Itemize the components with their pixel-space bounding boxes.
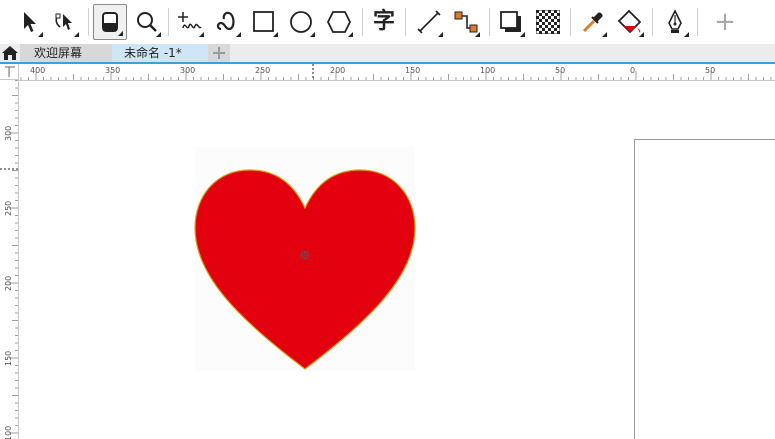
- ruler-label: 400: [30, 66, 45, 75]
- add-tool-icon: +: [714, 7, 736, 37]
- tab-welcome-screen[interactable]: 欢迎屏幕: [20, 44, 112, 62]
- artistic-media-tool-button[interactable]: [210, 4, 244, 40]
- eraser-tool-button[interactable]: [93, 4, 127, 40]
- page-boundary: [634, 139, 775, 439]
- ruler-label: 250: [4, 201, 13, 216]
- parallel-dimension-tool-icon: [417, 10, 441, 34]
- interactive-fill-tool-button[interactable]: [613, 4, 647, 40]
- smart-fill-tool-icon: [668, 9, 682, 33]
- ruler-label: 300: [180, 66, 195, 75]
- eyedropper-tool-icon: [582, 12, 603, 33]
- vertical-ruler-ticks: 300 250 200 150 100: [0, 80, 18, 439]
- transparency-tool-button[interactable]: [531, 4, 565, 40]
- parallel-dimension-tool-button[interactable]: [412, 4, 446, 40]
- tab-label: 欢迎屏幕: [34, 46, 83, 60]
- connector-tool-icon: [454, 11, 478, 33]
- zoom-tool-icon: [137, 12, 157, 32]
- zoom-tool-button[interactable]: [130, 4, 164, 40]
- text-tool-button[interactable]: 字: [367, 4, 401, 40]
- add-tool-button[interactable]: +: [708, 4, 742, 40]
- freehand-tool-icon: [178, 12, 202, 29]
- ruler-label: 100: [480, 66, 495, 75]
- ruler-label: 0: [630, 66, 635, 75]
- smart-fill-tool-button[interactable]: [658, 4, 692, 40]
- ruler-label: 50: [555, 66, 565, 75]
- ellipse-tool-icon: [290, 11, 312, 33]
- ruler-label: 250: [255, 66, 270, 75]
- ruler-label: 200: [4, 276, 13, 291]
- drop-shadow-tool-button[interactable]: [494, 4, 528, 40]
- text-tool-icon: 字: [372, 9, 395, 34]
- shape-tool-icon: [55, 13, 72, 30]
- polygon-tool-button[interactable]: [322, 4, 356, 40]
- shape-tool-button[interactable]: [48, 4, 82, 40]
- toolbox: 字 +: [0, 0, 775, 44]
- ruler-label: 350: [105, 66, 120, 75]
- home-button[interactable]: [0, 44, 20, 62]
- eyedropper-tool-button[interactable]: [576, 4, 610, 40]
- rectangle-tool-button[interactable]: [247, 4, 281, 40]
- pick-tool-icon: [24, 12, 36, 32]
- freehand-tool-button[interactable]: [173, 4, 207, 40]
- ruler-label: 50: [705, 66, 715, 75]
- ruler-origin-corner[interactable]: [0, 64, 19, 80]
- ruler-label: 300: [4, 126, 13, 141]
- connector-tool-button[interactable]: [449, 4, 483, 40]
- new-tab-button[interactable]: [208, 44, 230, 62]
- ruler-label: 200: [330, 66, 345, 75]
- ellipse-tool-button[interactable]: [284, 4, 318, 40]
- rectangle-tool-icon: [253, 11, 274, 32]
- tab-untitled-document[interactable]: 未命名 -1*: [112, 44, 208, 62]
- heart-shape[interactable]: [190, 144, 420, 374]
- pick-tool-button[interactable]: [12, 4, 46, 40]
- vertical-ruler[interactable]: 300 250 200 150 100: [0, 80, 19, 439]
- polygon-tool-icon: [326, 11, 352, 33]
- transparency-tool-icon: [536, 10, 560, 34]
- plus-icon: [213, 47, 225, 59]
- horizontal-ruler[interactable]: 400 350 300 250 200 150 100 50 0 50: [19, 64, 775, 81]
- ruler-label: 150: [4, 351, 13, 366]
- ruler-label: 100: [4, 426, 13, 439]
- home-icon: [2, 46, 18, 60]
- horizontal-ruler-ticks: 400 350 300 250 200 150 100 50 0 50: [20, 64, 772, 80]
- center-marker: [300, 250, 310, 260]
- tab-label: 未命名 -1*: [124, 46, 182, 60]
- ruler-label: 150: [405, 66, 420, 75]
- ruler-origin-icon: [5, 66, 15, 77]
